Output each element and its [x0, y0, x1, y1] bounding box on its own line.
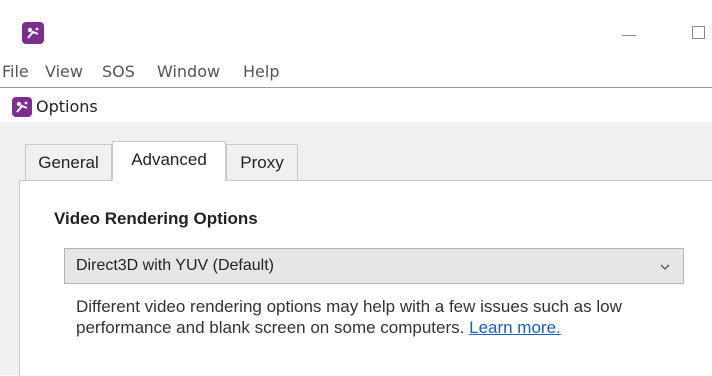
- app-logo-icon: [22, 22, 44, 44]
- renderer-selected-value: Direct3D with YUV (Default): [76, 257, 274, 274]
- section-heading: Video Rendering Options: [54, 209, 258, 228]
- title-bar: [0, 0, 712, 56]
- maximize-icon[interactable]: [688, 24, 708, 44]
- tab-general[interactable]: General: [25, 144, 112, 180]
- menu-help[interactable]: Help: [243, 62, 279, 81]
- renderer-select[interactable]: Direct3D with YUV (Default): [64, 248, 684, 284]
- menu-window[interactable]: Window: [157, 62, 220, 81]
- menu-file[interactable]: File: [2, 62, 29, 81]
- dialog-logo-icon: [12, 97, 32, 117]
- background-window-edge: [435, 0, 712, 5]
- menu-sos[interactable]: SOS: [102, 62, 135, 81]
- tab-advanced[interactable]: Advanced: [112, 141, 226, 181]
- menu-view[interactable]: View: [45, 62, 83, 81]
- tab-proxy[interactable]: Proxy: [226, 144, 298, 180]
- menu-bar: File View SOS Window Help: [0, 58, 712, 88]
- minimize-icon[interactable]: [612, 22, 646, 46]
- dialog-title: Options: [36, 97, 98, 116]
- renderer-description: Different video rendering options may he…: [76, 296, 706, 338]
- learn-more-link[interactable]: Learn more.: [469, 318, 561, 337]
- chevron-down-icon: [660, 264, 670, 270]
- menu-divider: [0, 87, 712, 88]
